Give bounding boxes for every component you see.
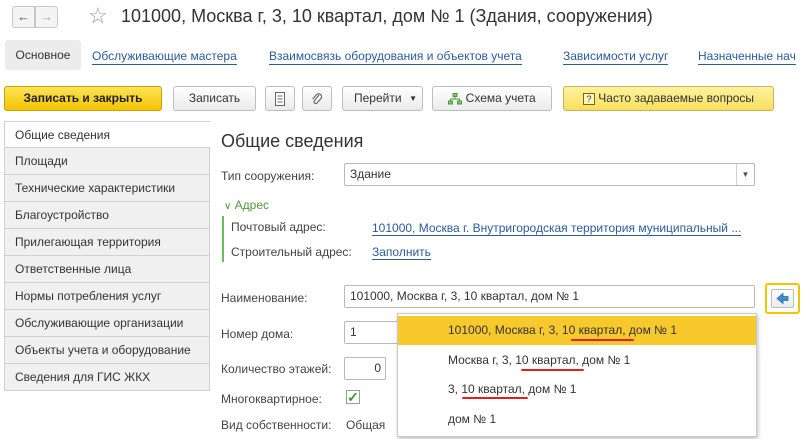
section-title: Общие сведения — [221, 131, 364, 151]
suggestion-item[interactable]: дом № 1 — [398, 405, 756, 434]
scheme-icon — [448, 92, 463, 105]
chevron-down-icon: ▼ — [409, 94, 417, 103]
back-button[interactable]: ← — [12, 6, 35, 28]
save-button[interactable]: Записать — [173, 86, 256, 111]
fill-link[interactable]: Заполнить — [372, 245, 431, 260]
arrow-left-blue-icon — [776, 292, 789, 305]
paperclip-icon — [312, 93, 323, 104]
tab-assigned-charges[interactable]: Назначенные нач — [698, 48, 796, 65]
house-input[interactable]: 1 — [344, 321, 404, 344]
tab-bar: Основное Обслуживающие мастера Взаимосвя… — [0, 36, 801, 76]
arrow-left-icon: ← — [17, 9, 30, 24]
title-bar: ← → ☆ 101000, Москва г, 3, 10 квартал, д… — [0, 0, 801, 36]
arrow-right-icon: → — [40, 9, 53, 24]
account-scheme-label: Схема учета — [465, 91, 536, 105]
goto-label: Перейти — [354, 91, 402, 105]
select-address-button[interactable] — [765, 283, 800, 314]
sidebar-item-amenities[interactable]: Благоустройство — [4, 202, 210, 229]
type-select[interactable]: Здание ▼ — [344, 163, 755, 186]
highlight-underline — [462, 397, 528, 399]
question-icon: ? — [582, 92, 595, 105]
sidebar-item-general[interactable]: Общие сведения — [4, 121, 210, 148]
suggestion-text: дом № 1 — [448, 412, 497, 426]
ownership-value[interactable]: Общая — [346, 418, 385, 432]
tab-equipment-relations[interactable]: Взаимосвязь оборудования и объектов учет… — [269, 48, 522, 65]
checkmark-icon: ✓ — [347, 389, 359, 405]
address-suggestions-popup: 101000, Москва г, 3, 10 квартал, дом № 1… — [397, 313, 757, 437]
suggestion-item[interactable]: 3, 10 квартал, дом № 1 — [398, 375, 756, 404]
highlight-underline — [571, 339, 634, 341]
sidebar-item-metering[interactable]: Объекты учета и оборудование — [4, 337, 210, 364]
address-group-toggle[interactable]: ∨ Адрес — [224, 198, 269, 212]
tab-service-dependencies[interactable]: Зависимости услуг — [563, 48, 669, 65]
address-group-label: Адрес — [234, 198, 270, 212]
suggestion-text: 101000, Москва г, 3, 10 квартал, дом № 1 — [448, 323, 678, 337]
sidebar-item-areas[interactable]: Площади — [4, 148, 210, 175]
sidebar: Общие сведения Площади Технические харак… — [4, 121, 210, 391]
star-icon[interactable]: ☆ — [88, 3, 108, 29]
dropdown-arrow-icon[interactable]: ▼ — [736, 164, 754, 185]
sidebar-item-consumption-norms[interactable]: Нормы потребления услуг — [4, 283, 210, 310]
tab-main[interactable]: Основное — [5, 40, 81, 70]
goto-menu-button[interactable]: Перейти ▼ — [342, 86, 423, 111]
postal-label: Почтовый адрес: — [231, 220, 326, 234]
faq-button[interactable]: ? Часто задаваемые вопросы — [563, 86, 774, 111]
print-button[interactable] — [265, 86, 295, 111]
type-label: Тип сооружения: — [221, 169, 315, 183]
sidebar-item-adjacent-territory[interactable]: Прилегающая территория — [4, 229, 210, 256]
chevron-down-icon: ∨ — [224, 201, 232, 212]
postal-address-link[interactable]: 101000, Москва г. Внутригородская террит… — [372, 221, 742, 236]
save-and-close-button[interactable]: Записать и закрыть — [4, 86, 162, 111]
select-address-inner — [771, 289, 794, 308]
type-value: Здание — [350, 167, 391, 181]
group-divider — [222, 216, 224, 262]
sidebar-item-technical[interactable]: Технические характеристики — [4, 175, 210, 202]
build-label: Строительный адрес: — [231, 245, 352, 259]
sidebar-item-gis[interactable]: Сведения для ГИС ЖКХ — [4, 364, 210, 391]
multi-checkbox[interactable]: ✓ — [346, 390, 360, 404]
tab-service-masters[interactable]: Обслуживающие мастера — [92, 48, 237, 65]
house-label: Номер дома: — [221, 327, 294, 341]
name-label: Наименование: — [221, 291, 308, 305]
document-icon — [275, 91, 285, 106]
forward-button[interactable]: → — [35, 6, 58, 28]
attach-button[interactable] — [302, 86, 332, 111]
floors-label: Количество этажей: — [221, 362, 332, 376]
multi-label: Многоквартирное: — [221, 392, 322, 406]
account-scheme-button[interactable]: Схема учета — [432, 86, 552, 111]
ownership-label: Вид собственности: — [221, 418, 332, 432]
faq-label: Часто задаваемые вопросы — [598, 91, 755, 105]
toolbar: Записать и закрыть Записать Перейти ▼ Сх… — [0, 84, 801, 114]
suggestion-item[interactable]: Москва г, 3, 10 квартал, дом № 1 — [398, 346, 756, 375]
window-title: 101000, Москва г, 3, 10 квартал, дом № 1… — [121, 6, 653, 26]
highlight-underline — [521, 369, 584, 371]
name-input[interactable]: 101000, Москва г, 3, 10 квартал, дом № 1 — [344, 285, 755, 308]
suggestion-item[interactable]: 101000, Москва г, 3, 10 квартал, дом № 1 — [398, 316, 756, 345]
sidebar-item-service-orgs[interactable]: Обслуживающие организации — [4, 310, 210, 337]
floors-input[interactable]: 0 — [344, 357, 386, 380]
suggestion-text: 3, 10 квартал, дом № 1 — [448, 382, 577, 396]
sidebar-item-responsible[interactable]: Ответственные лица — [4, 256, 210, 283]
